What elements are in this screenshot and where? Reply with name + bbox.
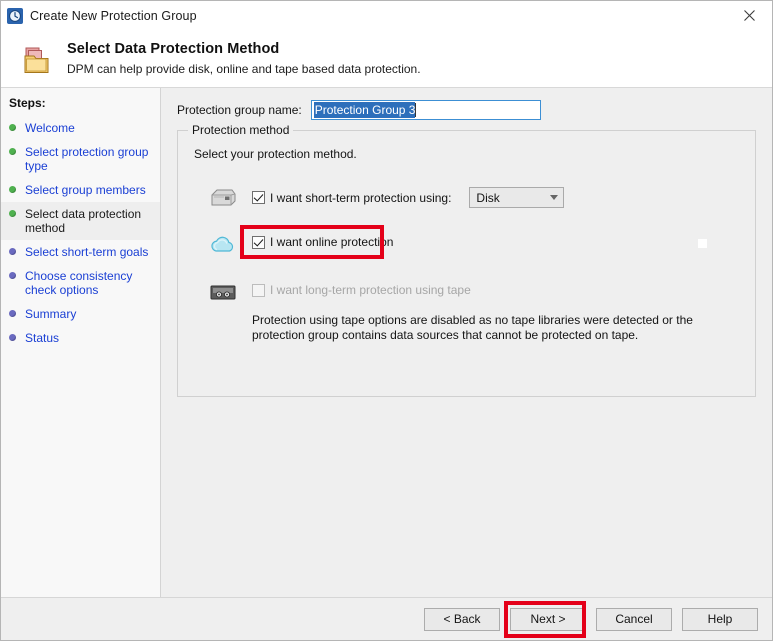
protection-method-group-title: Protection method bbox=[188, 123, 294, 137]
long-term-protection-label: I want long-term protection using tape bbox=[270, 283, 471, 297]
protection-group-name-input[interactable]: Protection Group 3 bbox=[310, 100, 541, 120]
step-bullet-icon bbox=[9, 334, 16, 341]
sidebar-item-label: Select data protection method bbox=[25, 207, 142, 235]
protection-group-name-label: Protection group name: bbox=[177, 103, 302, 117]
short-term-media-dropdown[interactable]: Disk bbox=[469, 187, 565, 208]
window-title: Create New Protection Group bbox=[30, 8, 197, 23]
online-protection-row: I want online protection bbox=[190, 225, 743, 259]
online-protection-checkbox[interactable] bbox=[252, 235, 265, 249]
sidebar-item-protection-group-type[interactable]: Select protection group type bbox=[1, 140, 160, 178]
sidebar-item-label: Select short-term goals bbox=[25, 245, 149, 259]
sidebar-item-welcome[interactable]: Welcome bbox=[1, 116, 160, 140]
folder-icon bbox=[23, 46, 57, 78]
cloud-icon bbox=[208, 231, 238, 257]
sidebar-item-data-protection-method[interactable]: Select data protection method bbox=[1, 202, 160, 240]
short-term-protection-control: I want short-term protection using: Disk bbox=[252, 183, 565, 208]
long-term-protection-control: I want long-term protection using tape bbox=[252, 279, 471, 297]
close-icon[interactable] bbox=[727, 1, 772, 30]
cancel-button[interactable]: Cancel bbox=[596, 607, 672, 631]
step-bullet-icon bbox=[9, 248, 16, 255]
long-term-protection-row: I want long-term protection using tape bbox=[190, 279, 743, 305]
sidebar-item-short-term-goals[interactable]: Select short-term goals bbox=[1, 240, 160, 264]
sidebar-item-label: Choose consistency check options bbox=[25, 269, 133, 297]
page-header: Select Data Protection Method DPM can he… bbox=[1, 30, 772, 87]
main-panel: Protection group name: Protection Group … bbox=[161, 88, 772, 597]
steps-sidebar: Steps: Welcome Select protection group t… bbox=[1, 88, 161, 597]
back-button-wrap: < Back bbox=[414, 607, 500, 631]
step-bullet-icon bbox=[9, 310, 16, 317]
step-bullet-icon bbox=[9, 210, 16, 217]
help-button-wrap: Help bbox=[672, 607, 758, 631]
online-protection-label: I want online protection bbox=[270, 235, 394, 249]
chevron-down-icon bbox=[550, 195, 559, 200]
wizard-body: Steps: Welcome Select protection group t… bbox=[1, 87, 772, 597]
page-title: Select Data Protection Method bbox=[67, 41, 280, 57]
sidebar-item-label: Select group members bbox=[25, 183, 146, 197]
sidebar-item-label: Welcome bbox=[25, 121, 75, 135]
short-term-protection-checkbox[interactable] bbox=[252, 191, 265, 204]
help-button[interactable]: Help bbox=[682, 607, 758, 631]
short-term-protection-row: I want short-term protection using: Disk bbox=[190, 183, 743, 209]
tape-icon bbox=[208, 279, 238, 305]
step-bullet-icon bbox=[9, 124, 16, 131]
sidebar-item-label: Summary bbox=[25, 307, 77, 321]
back-button[interactable]: < Back bbox=[424, 607, 500, 631]
protection-method-groupbox: Protection method Select your protection… bbox=[177, 123, 756, 397]
protection-method-intro: Select your protection method. bbox=[194, 147, 357, 161]
next-button-wrap: Next > bbox=[500, 600, 586, 638]
step-bullet-icon bbox=[9, 148, 16, 155]
sidebar-item-group-members[interactable]: Select group members bbox=[1, 178, 160, 202]
long-term-protection-checkbox bbox=[252, 283, 265, 297]
sidebar-item-consistency-check-options[interactable]: Choose consistency check options bbox=[1, 264, 160, 302]
step-bullet-icon bbox=[9, 186, 16, 193]
cancel-button-wrap: Cancel bbox=[586, 607, 672, 631]
clock-icon bbox=[7, 7, 23, 24]
next-button[interactable]: Next > bbox=[510, 607, 586, 631]
protection-group-name-value: Protection Group 3 bbox=[313, 102, 416, 118]
white-artifact bbox=[698, 239, 707, 248]
text-caret bbox=[415, 103, 417, 117]
protection-group-name-row: Protection group name: Protection Group … bbox=[175, 100, 758, 120]
sidebar-item-label: Status bbox=[25, 331, 60, 345]
create-protection-group-wizard: Create New Protection Group Select Data … bbox=[0, 0, 773, 641]
online-protection-control: I want online protection bbox=[252, 231, 393, 249]
tape-disabled-note: Protection using tape options are disabl… bbox=[252, 313, 693, 342]
steps-heading: Steps: bbox=[9, 96, 46, 110]
sidebar-item-label: Select protection group type bbox=[25, 145, 149, 173]
step-bullet-icon bbox=[9, 272, 16, 279]
sidebar-item-status[interactable]: Status bbox=[1, 326, 160, 350]
page-subtitle: DPM can help provide disk, online and ta… bbox=[67, 62, 421, 76]
disk-icon bbox=[208, 183, 238, 209]
short-term-protection-label: I want short-term protection using: bbox=[270, 190, 452, 205]
short-term-media-value: Disk bbox=[476, 190, 500, 205]
title-bar: Create New Protection Group bbox=[1, 1, 772, 30]
wizard-footer: < Back Next > Cancel Help bbox=[1, 597, 772, 640]
sidebar-item-summary[interactable]: Summary bbox=[1, 302, 160, 326]
